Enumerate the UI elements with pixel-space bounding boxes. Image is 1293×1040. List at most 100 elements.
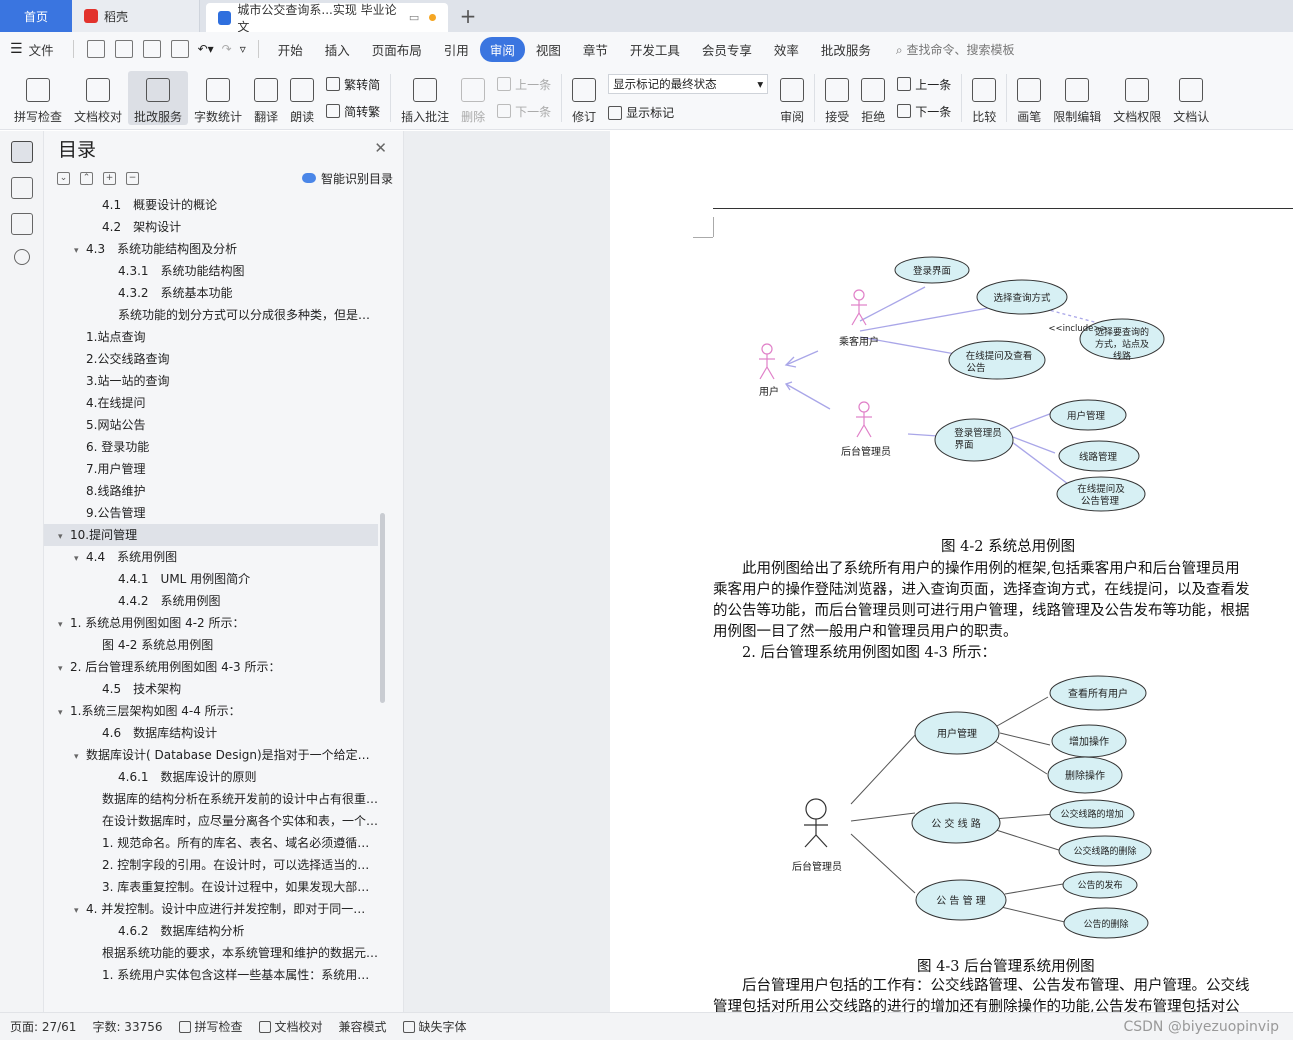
read-aloud-button[interactable]: 朗读 <box>284 71 320 125</box>
chevron-down-icon[interactable]: ▾ <box>74 240 86 260</box>
remove-heading-icon[interactable]: − <box>126 171 139 185</box>
toc-item[interactable]: 4.6 数据库结构设计 <box>44 722 378 744</box>
toc-item[interactable]: ▾ 4.3 系统功能结构图及分析 <box>44 238 378 260</box>
delete-comment-button[interactable]: 删除 <box>455 71 491 125</box>
undo-icon[interactable]: ↶▾ <box>198 42 214 56</box>
chevron-down-icon[interactable]: ▾ <box>74 548 86 568</box>
search-icon[interactable] <box>14 249 30 265</box>
toc-item[interactable]: 1.站点查询 <box>44 326 378 348</box>
toc-item[interactable]: 4.6.2 数据库结构分析 <box>44 920 378 942</box>
command-search[interactable]: ⌕ 查找命令、搜索模板 <box>896 41 1015 58</box>
toc-item[interactable]: 1. 系统用户实体包含这样一些基本属性：系统用户… <box>44 964 378 986</box>
prev-comment-button[interactable]: 上一条 <box>497 76 551 93</box>
toc-item[interactable]: ▾ 1.系统三层架构如图 4-4 所示： <box>44 700 378 722</box>
toc-item[interactable]: 2. 控制字段的引用。在设计时，可以选择适当的数… <box>44 854 378 876</box>
spell-check-button[interactable]: 拼写检查 <box>8 71 68 125</box>
toc-panel-icon[interactable] <box>11 141 33 163</box>
toc-item[interactable]: ▾ 10.提问管理 <box>44 524 378 546</box>
toc-item[interactable]: 3.站一站的查询 <box>44 370 378 392</box>
menu-reference[interactable]: 引用 <box>433 40 480 59</box>
tab-home[interactable]: 首页 <box>0 0 72 32</box>
toc-item[interactable]: 1. 规范命名。所有的库名、表名、域名必须遵循统… <box>44 832 378 854</box>
menu-review-service[interactable]: 批改服务 <box>810 40 882 59</box>
word-count-button[interactable]: 字数统计 <box>188 71 248 125</box>
toc-item[interactable]: 数据库的结构分析在系统开发前的设计中占有很重… <box>44 788 378 810</box>
menu-file[interactable]: 文件 <box>27 40 65 59</box>
missing-font-button[interactable]: 缺失字体 <box>402 1018 467 1035</box>
menu-efficiency[interactable]: 效率 <box>763 40 810 59</box>
chevron-down-icon[interactable]: ▾ <box>74 900 86 920</box>
toc-item[interactable]: ▾ 4.4 系统用例图 <box>44 546 378 568</box>
add-heading-icon[interactable]: + <box>103 171 116 185</box>
chevron-down-icon[interactable]: ▾ <box>58 702 70 722</box>
trad-to-simp-button[interactable]: 繁转简 <box>326 76 380 93</box>
menu-member[interactable]: 会员专享 <box>691 40 763 59</box>
toc-item[interactable]: 4.3.2 系统基本功能 <box>44 282 378 304</box>
toc-item[interactable]: 根据系统功能的要求，本系统管理和维护的数据元… <box>44 942 378 964</box>
insert-comment-button[interactable]: 插入批注 <box>395 71 455 125</box>
restrict-edit-button[interactable]: 限制编辑 <box>1047 71 1107 125</box>
redo-icon[interactable]: ↷ <box>222 42 232 56</box>
accept-button[interactable]: 接受 <box>819 71 855 125</box>
doc-check-button[interactable]: 文档校对 <box>68 71 128 125</box>
word-count-indicator[interactable]: 字数: 33756 <box>92 1018 162 1035</box>
toc-item[interactable]: 4.3.1 系统功能结构图 <box>44 260 378 282</box>
toc-item[interactable]: 9.公告管理 <box>44 502 378 524</box>
customize-icon[interactable]: ▿ <box>240 42 246 56</box>
chevron-down-icon[interactable]: ▾ <box>58 526 70 546</box>
export-pdf-icon[interactable] <box>114 40 133 58</box>
menu-start[interactable]: 开始 <box>267 40 314 59</box>
compare-button[interactable]: 比较 <box>966 71 1002 125</box>
spell-check-toggle[interactable]: 拼写检查 <box>178 1018 243 1035</box>
close-icon[interactable]: ✕ <box>374 139 387 157</box>
menu-review[interactable]: 审阅 <box>479 36 525 62</box>
document-page[interactable]: 乘客用户 用户 后台管理员 登录界面 选择查询方式 <<include>> 选择… <box>610 131 1293 1012</box>
doc-check-toggle[interactable]: 文档校对 <box>258 1018 323 1035</box>
chapter-nav-icon[interactable] <box>11 177 33 199</box>
toc-item[interactable]: 4.1 概要设计的概论 <box>44 194 378 216</box>
toc-item[interactable]: 6. 登录功能 <box>44 436 378 458</box>
toc-item[interactable]: 4.5 技术架构 <box>44 678 378 700</box>
track-changes-button[interactable]: 修订 <box>566 71 602 125</box>
bookmark-icon[interactable] <box>11 213 33 235</box>
menu-insert[interactable]: 插入 <box>314 40 361 59</box>
toc-item[interactable]: 4.4.2 系统用例图 <box>44 590 378 612</box>
translate-button[interactable]: 翻译 <box>248 71 284 125</box>
menu-view[interactable]: 视图 <box>525 40 572 59</box>
toc-item[interactable]: ▾ 4. 并发控制。设计中应进行并发控制，即对于同一… <box>44 898 378 920</box>
toc-scrollbar[interactable] <box>380 513 385 703</box>
markup-state-select[interactable]: 显示标记的最终状态 ▾ <box>608 74 769 94</box>
doc-permission-button[interactable]: 文档权限 <box>1107 71 1167 125</box>
save-icon[interactable] <box>86 40 105 58</box>
print-icon[interactable] <box>142 40 161 58</box>
toc-item[interactable]: 5.网站公告 <box>44 414 378 436</box>
page-indicator[interactable]: 页面: 27/61 <box>10 1018 76 1035</box>
toc-item[interactable]: ▾ 1. 系统总用例图如图 4-2 所示： <box>44 612 378 634</box>
next-revision-button[interactable]: 下一条 <box>897 103 951 120</box>
toc-item[interactable]: 系统功能的划分方式可以分成很多种类，但是我… <box>44 304 378 326</box>
toc-item[interactable]: 8.线路维护 <box>44 480 378 502</box>
chevron-down-icon[interactable]: ▾ <box>74 746 86 766</box>
review-pane-button[interactable]: 审阅 <box>774 71 810 125</box>
screen-icon[interactable]: ▭ <box>409 11 419 24</box>
toc-item[interactable]: 3. 库表重复控制。在设计过程中，如果发现大部分… <box>44 876 378 898</box>
toc-item[interactable]: 4.2 架构设计 <box>44 216 378 238</box>
toc-item[interactable]: ▾ 2. 后台管理系统用例图如图 4-3 所示： <box>44 656 378 678</box>
menu-layout[interactable]: 页面布局 <box>361 40 433 59</box>
toc-item[interactable]: 4.在线提问 <box>44 392 378 414</box>
simp-to-trad-button[interactable]: 简转繁 <box>326 103 380 120</box>
toc-item[interactable]: 4.6.1 数据库设计的原则 <box>44 766 378 788</box>
show-markup-button[interactable]: 显示标记 <box>608 104 768 121</box>
tab-document[interactable]: 城市公交查询系...实现 毕业论文 ▭ <box>206 3 448 34</box>
menu-devtools[interactable]: 开发工具 <box>619 40 691 59</box>
doc-cert-button[interactable]: 文档认 <box>1167 71 1215 125</box>
toc-item[interactable]: ▾ 数据库设计( Database Design)是指对于一个给定… <box>44 744 378 766</box>
reject-button[interactable]: 拒绝 <box>855 71 891 125</box>
prev-revision-button[interactable]: 上一条 <box>897 76 951 93</box>
review-service-button[interactable]: 批改服务 <box>128 70 189 125</box>
chevron-down-icon[interactable]: ▾ <box>58 614 70 634</box>
new-tab-button[interactable]: + <box>448 0 488 32</box>
smart-toc-button[interactable]: 智能识别目录 <box>301 170 393 187</box>
print-preview-icon[interactable] <box>170 40 189 58</box>
chevron-down-icon[interactable]: ▾ <box>58 658 70 678</box>
